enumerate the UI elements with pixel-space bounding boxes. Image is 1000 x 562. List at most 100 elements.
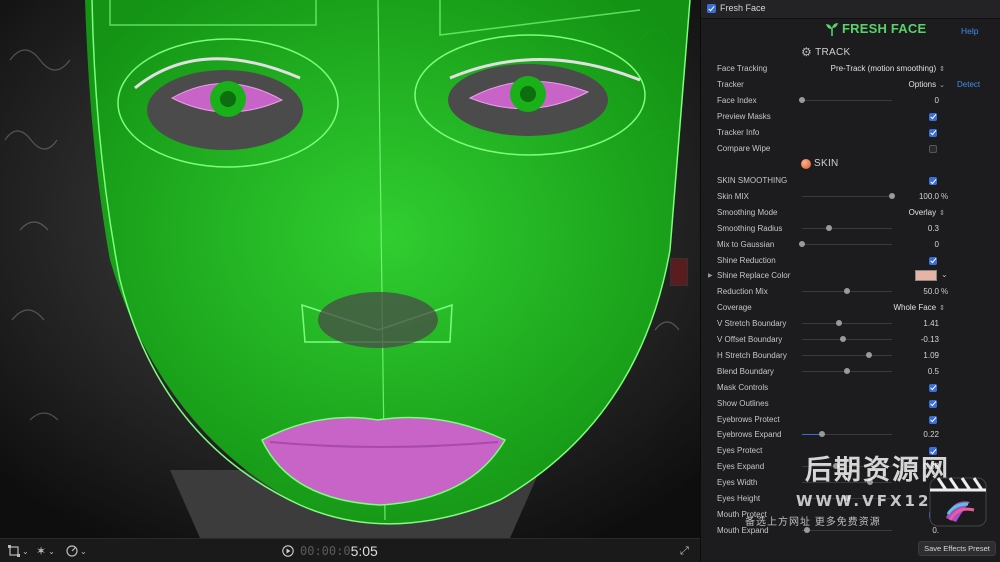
- param-checkbox[interactable]: [929, 415, 937, 424]
- slider-knob[interactable]: [835, 320, 842, 327]
- param-label: Preview Masks: [717, 111, 771, 121]
- param-slider[interactable]: [802, 526, 892, 533]
- param-label: Eyebrows Protect: [717, 414, 780, 424]
- chevron-down-icon: ⌄: [22, 546, 29, 556]
- peach-icon: [801, 158, 811, 169]
- param-slider[interactable]: [802, 431, 892, 438]
- param-value[interactable]: 100.0: [919, 192, 939, 201]
- param-value[interactable]: 0.5: [928, 367, 939, 376]
- video-viewer[interactable]: [0, 0, 700, 538]
- param-checkbox[interactable]: [929, 383, 937, 392]
- param-row-skin-smoothing: SKIN SMOOTHING: [701, 173, 1000, 189]
- save-effects-preset-button[interactable]: Save Effects Preset: [918, 541, 996, 556]
- slider-knob[interactable]: [799, 240, 805, 247]
- slider-knob[interactable]: [826, 224, 832, 231]
- param-popup[interactable]: Overlay ⇕: [909, 208, 945, 217]
- param-label: Reduction Mix: [717, 287, 768, 297]
- crop-icon: [8, 545, 20, 557]
- chevron-down-icon[interactable]: ⌄: [941, 270, 948, 279]
- param-value[interactable]: 1.41: [923, 319, 939, 328]
- param-popup[interactable]: Options ⌄: [909, 80, 945, 89]
- slider-knob[interactable]: [799, 96, 805, 103]
- timecode-main: 5:05: [350, 543, 378, 559]
- speed-tool-button[interactable]: ⌄: [66, 543, 87, 559]
- slider-knob[interactable]: [865, 351, 872, 358]
- fullscreen-button[interactable]: ⤢: [680, 543, 689, 559]
- param-label: Eyes Width: [717, 478, 758, 488]
- param-slider[interactable]: [802, 367, 892, 374]
- param-popup[interactable]: Pre-Track (motion smoothing) ⇕: [831, 64, 945, 73]
- param-label: Eyes Protect: [717, 446, 763, 456]
- disclosure-triangle-icon[interactable]: ▶: [708, 272, 713, 279]
- param-row-h-stretch-boundary: H Stretch Boundary 1.09: [701, 348, 1000, 364]
- slider-knob[interactable]: [818, 431, 825, 438]
- param-slider[interactable]: [802, 336, 892, 342]
- param-label: Face Tracking: [717, 64, 768, 73]
- param-value[interactable]: 0.22: [923, 430, 939, 439]
- param-label: V Stretch Boundary: [717, 319, 787, 329]
- popup-value: Whole Face: [893, 303, 937, 313]
- slider-knob[interactable]: [844, 367, 850, 374]
- param-popup[interactable]: Whole Face ⇕: [893, 303, 945, 312]
- param-slider[interactable]: [802, 224, 892, 231]
- popup-arrow-icon: ⇕: [939, 305, 945, 313]
- param-label: Show Outlines: [717, 398, 769, 408]
- param-checkbox[interactable]: [929, 256, 937, 265]
- param-row-blend-boundary: Blend Boundary 0.5: [701, 364, 1000, 380]
- effect-header[interactable]: Fresh Face: [701, 0, 1000, 19]
- help-link[interactable]: Help: [961, 26, 978, 36]
- param-checkbox[interactable]: [929, 399, 937, 408]
- timecode-display[interactable]: 00:00:0 5:05: [282, 542, 378, 560]
- param-row-skin-mix: Skin MIX 100.0%: [701, 189, 1000, 205]
- param-value[interactable]: 0: [935, 240, 939, 249]
- sprout-icon: [826, 22, 838, 36]
- param-label: V Offset Boundary: [717, 335, 783, 344]
- play-icon[interactable]: [282, 545, 294, 557]
- param-checkbox[interactable]: [929, 144, 937, 153]
- face-mask-preview: [0, 0, 700, 538]
- param-checkbox[interactable]: [929, 177, 937, 185]
- param-label: Compare Wipe: [717, 143, 771, 153]
- param-slider[interactable]: [802, 351, 892, 358]
- param-checkbox[interactable]: [929, 128, 937, 137]
- param-row-mix-to-gaussian: Mix to Gaussian 0: [701, 237, 1000, 253]
- param-value[interactable]: 50.0: [923, 287, 939, 296]
- transform-tool-button[interactable]: ⌄: [8, 543, 29, 559]
- param-row-show-outlines: Show Outlines: [701, 396, 1000, 412]
- param-label: Smoothing Mode: [717, 207, 778, 217]
- param-unit: %: [941, 287, 949, 297]
- param-row-tracker-info: Tracker Info: [701, 125, 1000, 141]
- param-slider[interactable]: [799, 240, 892, 247]
- popup-value: Overlay: [908, 207, 937, 217]
- param-label: Eyes Expand: [717, 462, 765, 472]
- detect-button[interactable]: Detect: [957, 80, 980, 89]
- param-slider[interactable]: [799, 96, 892, 103]
- param-checkbox[interactable]: [929, 112, 937, 121]
- brand-text: FRESH FACE: [842, 21, 927, 36]
- effect-title: Fresh Face: [720, 3, 766, 13]
- param-label: Mask Controls: [717, 382, 769, 392]
- param-label: SKIN SMOOTHING: [717, 176, 788, 185]
- enhance-tool-button[interactable]: ✶ ⌄: [36, 543, 55, 559]
- param-value[interactable]: 0: [935, 96, 939, 105]
- popup-value: Pre-Track (motion smoothing): [830, 64, 937, 73]
- slider-knob[interactable]: [889, 192, 895, 199]
- watermark-subtitle: 备选上方网址 更多免费资源: [745, 517, 881, 528]
- param-row-preview-masks: Preview Masks: [701, 109, 1000, 125]
- param-value[interactable]: -0.13: [921, 335, 939, 344]
- effect-enable-checkbox[interactable]: [707, 4, 716, 13]
- color-well[interactable]: [915, 270, 937, 282]
- param-slider[interactable]: [802, 320, 892, 327]
- param-slider[interactable]: [802, 192, 895, 199]
- param-slider[interactable]: [802, 288, 892, 295]
- param-label: Shine Replace Color: [717, 271, 791, 281]
- param-value[interactable]: 0.3: [928, 224, 939, 233]
- magic-wand-icon: ✶: [36, 544, 47, 558]
- slider-knob[interactable]: [844, 288, 850, 295]
- param-value[interactable]: 1.09: [923, 351, 939, 360]
- param-label: H Stretch Boundary: [717, 350, 787, 360]
- chevron-down-icon: ⌄: [48, 546, 55, 556]
- param-row-eyebrows-expand: Eyebrows Expand 0.22: [701, 427, 1000, 443]
- slider-knob[interactable]: [840, 336, 847, 342]
- param-row-smoothing-radius: Smoothing Radius 0.3: [701, 221, 1000, 237]
